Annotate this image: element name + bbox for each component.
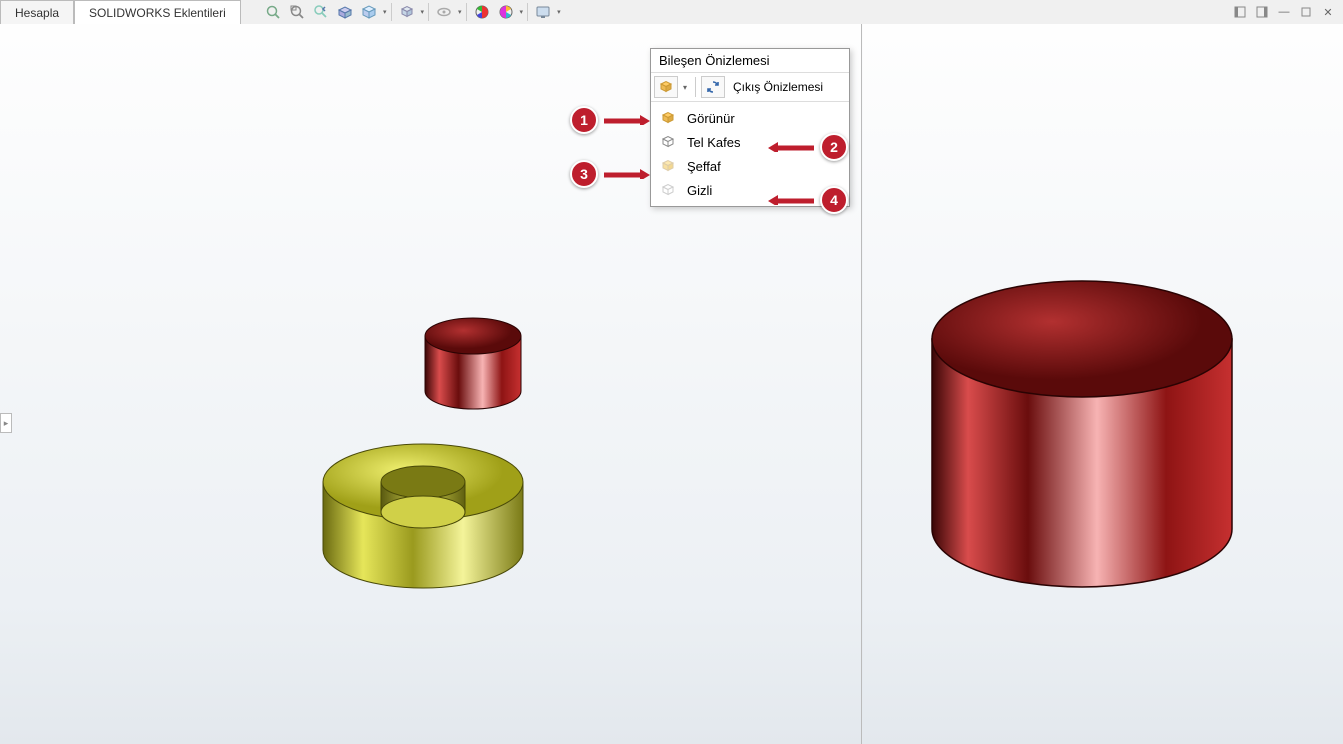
exit-preview-button[interactable]: Çıkış Önizlemesi	[727, 78, 829, 96]
callout-badge: 3	[570, 160, 598, 188]
view-settings-button[interactable]	[532, 1, 554, 23]
flyout-handle[interactable]: ▸	[0, 413, 12, 433]
panel-left-icon[interactable]	[1231, 4, 1249, 20]
apply-scene-button[interactable]	[495, 1, 517, 23]
tab-addins[interactable]: SOLIDWORKS Eklentileri	[74, 0, 241, 24]
menu-item-visible[interactable]: Görünür	[651, 106, 849, 130]
sync-button[interactable]	[701, 76, 725, 98]
menu-label: Şeffaf	[687, 159, 721, 174]
transparent-icon	[659, 157, 677, 175]
wireframe-icon	[659, 133, 677, 151]
zoom-area-button[interactable]	[286, 1, 308, 23]
close-button[interactable]: ✕	[1319, 4, 1337, 20]
callout-badge: 4	[820, 186, 848, 214]
display-mode-button[interactable]	[654, 76, 678, 98]
menu-label: Tel Kafes	[687, 135, 740, 150]
arrow-left-icon	[768, 142, 814, 152]
section-view-button[interactable]	[334, 1, 356, 23]
previous-view-button[interactable]	[310, 1, 332, 23]
minimize-button[interactable]: —	[1275, 4, 1293, 20]
view-orientation-button[interactable]	[396, 1, 418, 23]
menu-label: Görünür	[687, 111, 735, 126]
callout-1: 1	[570, 106, 650, 134]
display-state-button[interactable]	[358, 1, 380, 23]
panel-right-icon[interactable]	[1253, 4, 1271, 20]
arrow-right-icon	[604, 169, 650, 179]
model-yellow-ring	[308, 422, 538, 602]
maximize-button[interactable]	[1297, 4, 1315, 20]
callout-3: 3	[570, 160, 650, 188]
hide-show-button[interactable]	[433, 1, 455, 23]
callout-4: 4	[768, 186, 848, 214]
view-toolbar: ▾ ▾ ▾ ▾ ▾	[262, 0, 561, 24]
menu-label: Gizli	[687, 183, 712, 198]
dropdown-arrow-icon[interactable]: ▾	[680, 83, 690, 92]
arrow-right-icon	[604, 115, 650, 125]
model-red-large-cylinder	[917, 264, 1247, 624]
zoom-fit-button[interactable]	[262, 1, 284, 23]
callout-badge: 1	[570, 106, 598, 134]
component-preview-popup: Bileşen Önizlemesi ▾ Çıkış Önizlemesi Gö…	[650, 48, 850, 207]
visible-icon	[659, 109, 677, 127]
edit-appearance-button[interactable]	[471, 1, 493, 23]
callout-badge: 2	[820, 133, 848, 161]
tab-calculate[interactable]: Hesapla	[0, 0, 74, 24]
viewport-right[interactable]	[863, 24, 1343, 744]
popup-toolbar: ▾ Çıkış Önizlemesi	[651, 73, 849, 102]
top-bar: Hesapla SOLIDWORKS Eklentileri	[0, 0, 1343, 24]
callout-2: 2	[768, 133, 848, 161]
hidden-icon	[659, 181, 677, 199]
popup-title: Bileşen Önizlemesi	[651, 49, 849, 73]
arrow-left-icon	[768, 195, 814, 205]
model-red-small-cylinder	[418, 306, 528, 426]
window-controls: — ✕	[1231, 4, 1337, 20]
